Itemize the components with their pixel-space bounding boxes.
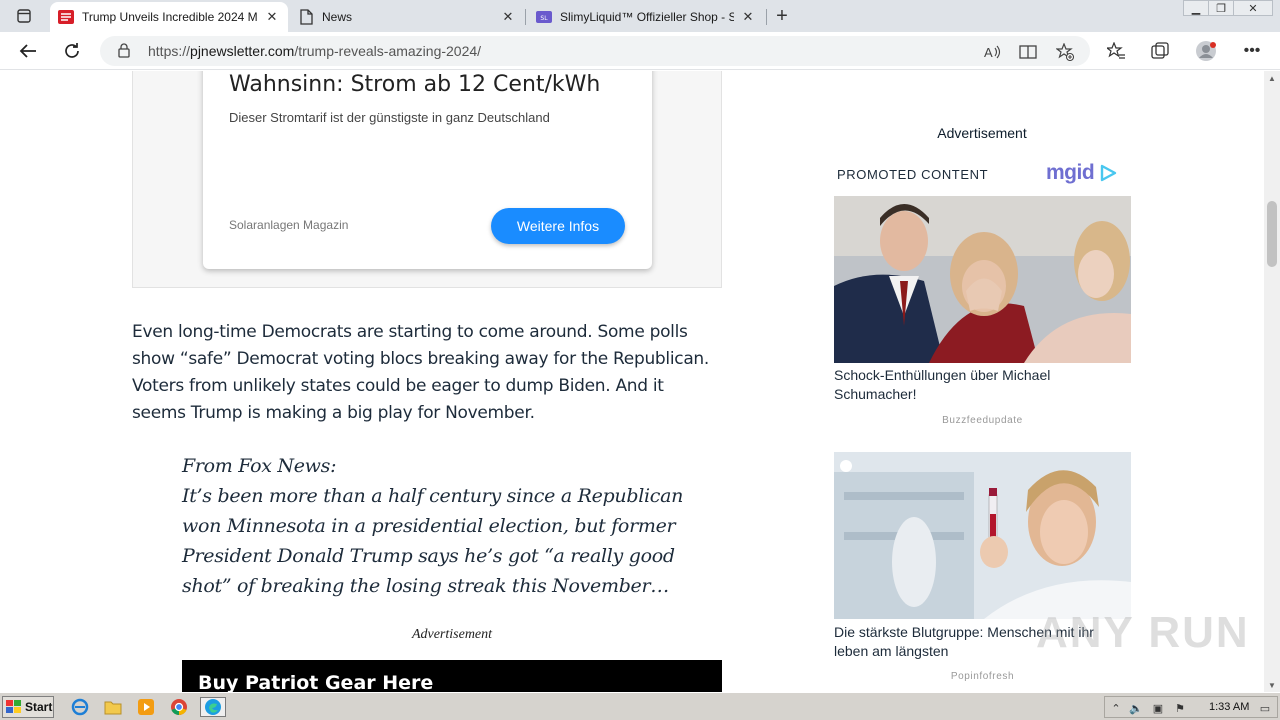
svg-text:SL: SL — [540, 15, 548, 22]
ad-headline[interactable]: Wahnsinn: Strom ab 12 Cent/kWh — [229, 72, 600, 97]
start-label: Start — [25, 700, 53, 714]
quote-text: It’s been more than a half century since… — [182, 485, 684, 597]
network-icon[interactable]: ▣ — [1150, 700, 1166, 716]
close-icon[interactable]: ✕ — [500, 9, 516, 25]
edge-icon[interactable] — [200, 697, 226, 717]
url-text[interactable]: https://pjnewsletter.com/trump-reveals-a… — [148, 43, 481, 59]
quote-source: From Fox News: — [182, 455, 337, 477]
tab-news[interactable]: News ✕ — [290, 2, 524, 32]
card-image-press-conference[interactable] — [834, 196, 1131, 363]
page-icon — [298, 9, 314, 25]
lock-icon[interactable] — [118, 43, 130, 63]
tab-trump-article[interactable]: Trump Unveils Incredible 2024 Mo ✕ — [50, 2, 288, 32]
article-blockquote: From Fox News: It’s been more than a hal… — [182, 451, 722, 601]
pj-newsletter-favicon — [58, 9, 74, 25]
card-source: Popinfofresh — [950, 671, 1015, 682]
mgid-play-icon — [1100, 164, 1117, 182]
profile-avatar[interactable] — [1193, 38, 1219, 64]
page-scrollbar[interactable]: ▲ ▼ — [1264, 71, 1280, 692]
tab-bar: Trump Unveils Incredible 2024 Mo ✕ News … — [0, 0, 1280, 32]
tab-separator — [525, 9, 526, 25]
system-tray: ⌃ 🔈 ▣ ⚑ 1:33 AM ▭ — [1104, 696, 1278, 718]
add-favorite-icon[interactable] — [1055, 42, 1075, 62]
tab-actions-icon[interactable] — [8, 5, 40, 27]
article-paragraph: Even long-time Democrats are starting to… — [132, 322, 710, 423]
refresh-button[interactable] — [59, 38, 85, 64]
slimy-favicon: SL — [536, 9, 552, 25]
back-button[interactable] — [15, 38, 41, 64]
restore-button[interactable]: ❐ — [1208, 0, 1234, 16]
patriot-gear-banner[interactable]: Buy Patriot Gear Here — [182, 660, 722, 692]
tab-separator — [766, 9, 767, 25]
minimize-button[interactable]: ▁ — [1183, 0, 1209, 16]
mgid-logo-text: mgid — [1046, 161, 1095, 184]
clock[interactable]: 1:33 AM — [1209, 701, 1249, 713]
show-desktop-icon[interactable]: ▭ — [1257, 700, 1273, 716]
address-bar[interactable]: https://pjnewsletter.com/trump-reveals-a… — [100, 36, 1090, 66]
ad-subtext: Dieser Stromtarif ist der günstigste in … — [229, 110, 550, 125]
settings-more-icon[interactable]: ••• — [1239, 38, 1265, 64]
volume-icon[interactable]: 🔈 — [1128, 700, 1144, 716]
tab-slimyliquid[interactable]: SL SlimyLiquid™ Offizieller Shop - Sl ✕ — [528, 2, 764, 32]
window-close-button[interactable]: ✕ — [1233, 0, 1273, 16]
scrollbar-thumb[interactable] — [1267, 201, 1277, 267]
electricity-ad-card[interactable]: Wahnsinn: Strom ab 12 Cent/kWh Dieser St… — [203, 71, 652, 269]
promoted-content-label: PROMOTED CONTENT — [837, 167, 989, 182]
action-center-flag-icon[interactable]: ⚑ — [1172, 700, 1188, 716]
show-hidden-icons-icon[interactable]: ⌃ — [1108, 700, 1124, 716]
close-icon[interactable]: ✕ — [264, 9, 280, 25]
immersive-reader-icon[interactable] — [1018, 42, 1038, 62]
card-source: Buzzfeedupdate — [942, 415, 1023, 426]
card-image-blood-sample[interactable] — [834, 452, 1131, 619]
windows-logo-icon — [6, 700, 21, 713]
tab-title: Trump Unveils Incredible 2024 Mo — [82, 10, 258, 24]
mgid-logo[interactable]: mgid — [1046, 161, 1118, 185]
chrome-icon[interactable] — [168, 697, 190, 717]
banner-text[interactable]: Buy Patriot Gear Here — [198, 672, 433, 692]
anyrun-watermark: ANY RUN — [1036, 608, 1250, 657]
new-tab-button[interactable]: + — [771, 5, 793, 27]
media-player-icon[interactable] — [135, 697, 157, 717]
sidebar-advertisement-label: Advertisement — [937, 125, 1027, 141]
scroll-up-arrow-icon[interactable]: ▲ — [1264, 71, 1280, 85]
read-aloud-icon[interactable]: A — [982, 42, 1002, 62]
ad-cta-button[interactable]: Weitere Infos — [491, 208, 625, 244]
ad-source: Solaranlagen Magazin — [229, 218, 349, 232]
favorites-icon[interactable] — [1103, 38, 1129, 64]
collections-icon[interactable] — [1147, 38, 1173, 64]
page-viewport: Wahnsinn: Strom ab 12 Cent/kWh Dieser St… — [0, 71, 1264, 692]
tab-title: SlimyLiquid™ Offizieller Shop - Sl — [560, 10, 734, 24]
top-ad-container: Wahnsinn: Strom ab 12 Cent/kWh Dieser St… — [132, 71, 722, 288]
card-title[interactable]: Schock-Enthüllungen über Michael Schumac… — [834, 366, 1131, 404]
close-icon[interactable]: ✕ — [740, 9, 756, 25]
browser-toolbar: https://pjnewsletter.com/trump-reveals-a… — [0, 32, 1280, 70]
file-explorer-icon[interactable] — [102, 697, 124, 717]
start-button[interactable]: Start — [2, 696, 54, 718]
windows-taskbar: Start ⌃ 🔈 ▣ ⚑ 1:33 AM ▭ — [0, 692, 1280, 720]
internet-explorer-icon[interactable] — [69, 697, 91, 717]
advertisement-label: Advertisement — [411, 627, 493, 642]
svg-text:A: A — [984, 45, 993, 60]
tab-title: News — [322, 10, 353, 24]
scroll-down-arrow-icon[interactable]: ▼ — [1264, 678, 1280, 692]
